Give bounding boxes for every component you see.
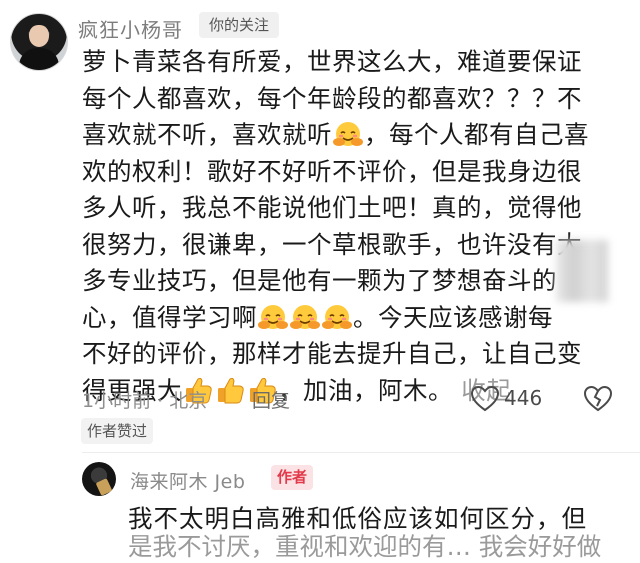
comment-line-part: 心，值得学习啊 <box>82 302 257 332</box>
reply-button[interactable]: 回复 <box>252 386 290 413</box>
comment-line-part: ，加油，阿木。 <box>278 375 453 405</box>
comment-line-part: ，每个人都有自己喜 <box>364 120 589 149</box>
comment-line: 多人听，我总不能说他们土吧！真的，觉得他 <box>82 193 582 222</box>
reply-avatar[interactable] <box>82 462 116 496</box>
divider <box>82 452 640 453</box>
author-badge: 作者 <box>271 465 314 490</box>
comment-line: 不好的评价，那样才能去提升自己，让自己变 <box>82 339 582 368</box>
thumbs-up-emoji <box>217 377 244 403</box>
comment-line: 多专业技巧，但是他有一颗为了梦想奋斗的 <box>82 266 557 295</box>
hug-emoji <box>333 121 363 147</box>
hug-emoji <box>258 303 288 330</box>
comment-line: 每个人都喜欢，每个年龄段的都喜欢？？？不 <box>82 83 582 113</box>
comment-line: 喜欢就不听，喜欢就听 ，每个人都有自己喜 <box>82 117 622 154</box>
comment-time-location: 1小时前 · 北京 <box>82 390 208 412</box>
like-count: 446 <box>504 386 543 410</box>
comment-username[interactable]: 疯狂小杨哥 <box>78 14 183 43</box>
comment-text: 萝卜青菜各有所爱，世界这么大，难道要保证 每个人都喜欢，每个年龄段的都喜欢？？？… <box>82 44 622 409</box>
heart-icon[interactable] <box>470 384 500 414</box>
author-liked-badge: 作者赞过 <box>81 418 154 444</box>
reply-username[interactable]: 海来阿木 Jeb <box>130 467 245 494</box>
user-avatar[interactable] <box>10 13 68 71</box>
comment-line: 萝卜青菜各有所爱，世界这么大，难道要保证 <box>82 47 582 76</box>
broken-heart-icon[interactable] <box>583 384 613 414</box>
comment-line: 很努力，很谦卑，一个草根歌手，也许没有太 <box>82 229 582 259</box>
follow-badge: 你的关注 <box>199 12 280 38</box>
comment-line: 欢的权利！歌好不好听不评价，但是我身边很 <box>82 156 582 186</box>
comment-line: 心，值得学习啊 。今天应该感谢每 <box>82 300 622 337</box>
blurred-region <box>556 240 608 302</box>
hug-emoji <box>322 303 352 330</box>
comment-line-part: 。今天应该感谢每 <box>353 302 553 332</box>
reply-text-cut: 是我不讨厌，重视和欢迎的有… 我会好好做 <box>128 532 602 561</box>
hug-emoji <box>290 303 320 330</box>
comment-line-part: 喜欢就不听，喜欢就听 <box>82 120 332 149</box>
